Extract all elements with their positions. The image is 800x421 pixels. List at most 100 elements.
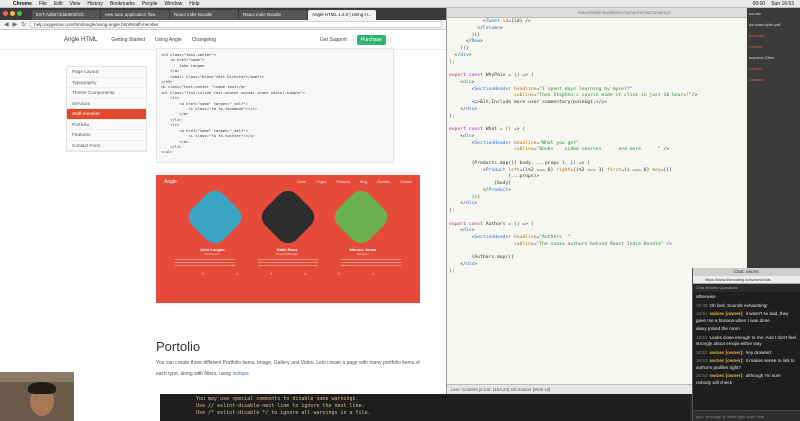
preview-logo: Angle: [164, 179, 177, 185]
isotope-link[interactable]: Isotope: [232, 371, 248, 377]
forward-icon[interactable]: ▶: [13, 21, 18, 28]
menubar-help[interactable]: Help: [189, 1, 199, 7]
mac-menubar: Chrome File Edit View History Bookmarks …: [0, 0, 800, 8]
message-time: 16:49: [696, 302, 708, 308]
browser-tab-active[interactable]: Angle HTML 1.4.0 | Using H...: [308, 10, 376, 20]
terminal-window[interactable]: You may use special comments to disable …: [160, 394, 690, 421]
side-menu-item[interactable]: Portfolio: [67, 120, 146, 130]
desktop-file[interactable]: Improve-Clien: [747, 52, 800, 63]
preview-nav: Angle Home Pages Features Blog Portfolio…: [156, 175, 420, 189]
desktop-file[interactable]: Advance: [747, 74, 800, 85]
menubar-window[interactable]: Window: [165, 1, 183, 7]
chat-url[interactable]: https://www.livecoding.tv/swizec/chat: [693, 276, 800, 284]
twitter-icon: t: [304, 271, 306, 276]
url-input[interactable]: help.oxygenna.com/html/angle/using-angle…: [30, 21, 442, 28]
staff-names: John Langan Art Director Katie Ross Projec…: [156, 247, 420, 256]
code-line: <Tweet id={id} />: [449, 19, 531, 24]
message-user[interactable]: swizec [owner]:: [710, 358, 744, 363]
preview-nav-item: Blog: [360, 180, 368, 184]
desktop-file[interactable]: Learnin: [747, 41, 800, 52]
browser-tab[interactable]: React Indie Bundle: [170, 10, 238, 20]
message-time: 16:53: [696, 373, 708, 378]
nav-using-angle[interactable]: Using Angle: [155, 37, 182, 43]
code-line: </Row>: [449, 39, 483, 45]
message-user[interactable]: swizec [owner]:: [710, 373, 744, 378]
side-menu-item[interactable]: Theme Components: [67, 88, 146, 99]
menubar-view[interactable]: View: [70, 1, 81, 7]
message-user[interactable]: swizec [owner]:: [710, 311, 744, 316]
chat-message: 16:51 swizec [owner]: it wasn't so bad, th…: [696, 311, 797, 324]
staff-avatars: [156, 185, 420, 249]
chat-rooms-tab[interactable]: Chat Rooms Questions: [693, 284, 800, 292]
menubar-file[interactable]: File: [39, 1, 47, 7]
site-navbar: Angle HTML Getting Started Using Angle C…: [0, 30, 446, 50]
desktop-file[interactable]: Learnin: [747, 63, 800, 74]
browser-tab[interactable]: EST-Adbit72ddd60d0cfc: [32, 10, 100, 20]
menubar-history[interactable]: History: [87, 1, 103, 7]
code-line: </Product>: [449, 187, 512, 193]
message-user[interactable]: swizec [owner]:: [710, 350, 744, 355]
maximize-icon[interactable]: [17, 11, 22, 16]
desktop-file[interactable]: sw-base-tiplin.pdf: [747, 19, 800, 30]
code-line: );: [449, 208, 455, 213]
purchase-button[interactable]: Purchase: [356, 34, 386, 45]
webcam-background: [0, 372, 74, 382]
code-line: <p>&lt;Include more user commentary/pain…: [449, 100, 608, 105]
message-time: 16:51: [696, 311, 708, 316]
side-menu-item[interactable]: Services: [67, 99, 146, 109]
side-menu-item[interactable]: Typography: [67, 78, 146, 88]
browser-tab[interactable]: new tutor application flow: [101, 10, 169, 20]
message-text: hey drowsez: [745, 349, 772, 355]
streamer-hair: [28, 382, 56, 394]
side-menu-item[interactable]: Contact Form: [67, 141, 146, 151]
menubar-people[interactable]: People: [142, 1, 158, 7]
side-menu-item[interactable]: Page Layout: [67, 67, 146, 78]
preview-nav-item: Features: [336, 180, 351, 184]
staff-role: Project Manager: [276, 252, 299, 256]
code-line: </div>: [449, 52, 472, 58]
code-line: subline="Books video courses and more " …: [513, 147, 670, 153]
facebook-icon: f: [202, 271, 204, 276]
code-line: <div>: [449, 133, 475, 139]
nav-getting-started[interactable]: Getting Started: [111, 37, 145, 43]
menubar-app-name[interactable]: Chrome: [13, 1, 32, 7]
side-menu-item-active[interactable]: Staff member: [67, 109, 146, 120]
chat-input[interactable]: your message or /code type code here: [693, 410, 800, 421]
close-icon[interactable]: [3, 11, 8, 16]
staff-card: Marcus Jones Designer: [350, 247, 377, 256]
webcam-overlay: [0, 372, 74, 421]
nav-changelog[interactable]: Changelog: [192, 37, 216, 43]
preview-nav-item: Portfolio: [377, 180, 390, 184]
code-line: ))}: [449, 46, 469, 51]
chat-message: 16:51 Looks close enough to me. And I don…: [696, 335, 797, 348]
staff-blurbs: [156, 259, 420, 267]
code-line: <SectionHeader headline="Authors ": [449, 235, 571, 240]
minimize-icon[interactable]: [10, 11, 15, 16]
code-line: subline="The indie authors behind React …: [513, 241, 672, 247]
staff-role: Designer: [356, 252, 369, 256]
back-icon[interactable]: ◀: [4, 21, 9, 28]
clock[interactable]: Sun 16:53: [771, 1, 794, 7]
tab-strip: EST-Adbit72ddd60d0cfc new tutor applicat…: [0, 8, 446, 20]
menubar-bookmarks[interactable]: Bookmarks: [110, 1, 135, 7]
chat-message: otherwise: [696, 294, 797, 301]
desktop-file[interactable]: Advance: [747, 30, 800, 41]
message-time: 16:51: [696, 334, 708, 340]
code-line: <div>: [449, 228, 475, 234]
menubar-edit[interactable]: Edit: [54, 1, 63, 7]
code-line: {Authors.map(({: [449, 255, 517, 261]
twitter-icon: t: [236, 271, 238, 276]
docs-side-menu: Page Layout Typography Theme Components …: [66, 66, 147, 152]
site-brand[interactable]: Angle HTML: [64, 37, 97, 43]
files-header: sw-tab: [749, 11, 761, 16]
side-menu-item[interactable]: Features: [67, 130, 146, 141]
get-support-link[interactable]: Get Support: [320, 37, 347, 43]
code-line: </div>: [449, 201, 478, 207]
browser-tab[interactable]: React Indie Bundle: [239, 10, 307, 20]
message-text: Oh lord, Sounds exhausting!: [709, 302, 768, 308]
facebook-icon: f: [270, 271, 272, 276]
blurb-lines: [257, 259, 318, 267]
code-line: ))}: [449, 194, 481, 200]
reload-icon[interactable]: ↻: [21, 21, 26, 28]
